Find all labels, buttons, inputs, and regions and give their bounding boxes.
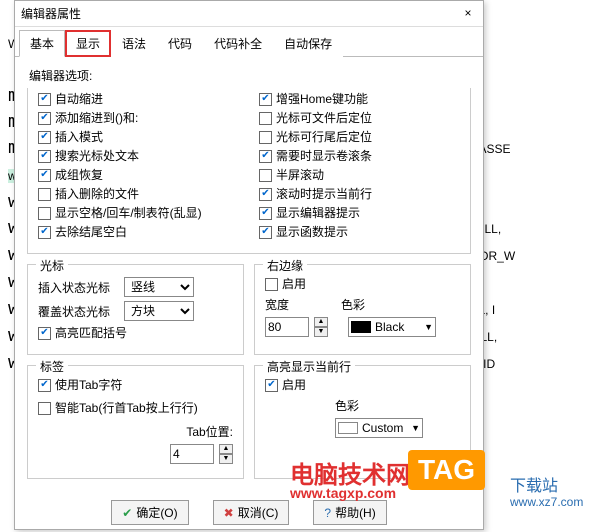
opt-right-0[interactable]: ✔增强Home键功能 xyxy=(259,91,460,107)
insert-cursor-select[interactable]: 竖线 xyxy=(124,277,194,297)
editor-options-label: 编辑器选项: xyxy=(29,67,471,84)
use-tab-check[interactable]: ✔使用Tab字符 xyxy=(38,377,233,393)
opt-left-6[interactable]: 显示空格/回车/制表符(乱显) xyxy=(38,205,239,221)
color-swatch-icon xyxy=(351,321,371,333)
opt-left-4[interactable]: ✔成组恢复 xyxy=(38,167,239,183)
margin-color-select[interactable]: Black ▼ xyxy=(348,317,436,337)
check-icon: ✔ xyxy=(122,506,132,520)
smart-tab-check[interactable]: 智能Tab(行首Tab按上行行) xyxy=(38,400,233,416)
hl-line-enable-check[interactable]: ✔启用 xyxy=(265,377,460,393)
opt-left-2[interactable]: ✔插入模式 xyxy=(38,129,239,145)
opt-right-1[interactable]: 光标可文件后定位 xyxy=(259,110,460,126)
tabs-group: 标签 ✔使用Tab字符 智能Tab(行首Tab按上行行) Tab位置: ▲▼ xyxy=(27,365,244,479)
button-bar: ✔ 确定(O) ✖ 取消(C) ? 帮助(H) xyxy=(15,500,483,525)
options-right-column: ✔增强Home键功能光标可文件后定位光标可行尾后定位 ✔需要时显示卷滚条半屏滚动 ✔… xyxy=(259,88,460,243)
ok-button[interactable]: ✔ 确定(O) xyxy=(111,500,188,525)
opt-right-3[interactable]: ✔需要时显示卷滚条 xyxy=(259,148,460,164)
opt-right-7[interactable]: ✔显示函数提示 xyxy=(259,224,460,240)
opt-right-5[interactable]: ✔滚动时提示当前行 xyxy=(259,186,460,202)
x-icon: ✖ xyxy=(224,506,234,520)
tab-strip: 基本 显示 语法 代码 代码补全 自动保存 xyxy=(15,29,483,57)
close-icon[interactable]: × xyxy=(459,5,477,23)
chevron-down-icon: ▼ xyxy=(424,322,433,332)
opt-left-3[interactable]: ✔搜索光标处文本 xyxy=(38,148,239,164)
color-swatch-icon xyxy=(338,422,358,434)
opt-left-0[interactable]: ✔自动缩进 xyxy=(38,91,239,107)
opt-right-6[interactable]: ✔显示编辑器提示 xyxy=(259,205,460,221)
opt-left-7[interactable]: ✔去除结尾空白 xyxy=(38,224,239,240)
download-site-text: 下载站 xyxy=(510,472,558,496)
dialog-title: 编辑器属性 xyxy=(21,5,459,22)
tab-syntax[interactable]: 语法 xyxy=(111,30,157,57)
margin-width-input[interactable] xyxy=(265,317,309,337)
help-button[interactable]: ? 帮助(H) xyxy=(313,500,386,525)
hl-match-bracket-check[interactable]: ✔高亮匹配括号 xyxy=(38,325,233,341)
margin-width-spinner[interactable]: ▲▼ xyxy=(314,317,328,337)
tab-completion[interactable]: 代码补全 xyxy=(203,30,273,57)
help-icon: ? xyxy=(324,506,331,520)
margin-enable-check[interactable]: 启用 xyxy=(265,276,460,292)
tab-pos-input[interactable] xyxy=(170,444,214,464)
xz-url: www.xz7.com xyxy=(510,495,583,509)
tab-basic[interactable]: 基本 xyxy=(19,30,65,57)
tab-code[interactable]: 代码 xyxy=(157,30,203,57)
overwrite-cursor-select[interactable]: 方块 xyxy=(124,301,194,321)
titlebar: 编辑器属性 × xyxy=(15,1,483,27)
right-margin-group: 右边缘 启用 宽度 色彩 ▲▼ Black ▼ xyxy=(254,264,471,355)
tab-display[interactable]: 显示 xyxy=(65,30,111,57)
opt-left-1[interactable]: ✔添加缩进到()和: xyxy=(38,110,239,126)
tab-autosave[interactable]: 自动保存 xyxy=(273,30,343,57)
tag-badge: TAG xyxy=(408,450,485,490)
cancel-button[interactable]: ✖ 取消(C) xyxy=(213,500,290,525)
cursor-group: 光标 插入状态光标 竖线 覆盖状态光标 方块 ✔高亮匹配括号 xyxy=(27,264,244,355)
tab-pos-spinner[interactable]: ▲▼ xyxy=(219,444,233,464)
chevron-down-icon: ▼ xyxy=(411,423,420,433)
options-left-column: ✔自动缩进 ✔添加缩进到()和: ✔插入模式 ✔搜索光标处文本 ✔成组恢复插入删除的文件… xyxy=(38,88,239,243)
opt-right-4[interactable]: 半屏滚动 xyxy=(259,167,460,183)
opt-left-5[interactable]: 插入删除的文件 xyxy=(38,186,239,202)
hl-line-color-select[interactable]: Custom ▼ xyxy=(335,418,423,438)
opt-right-2[interactable]: 光标可行尾后定位 xyxy=(259,129,460,145)
